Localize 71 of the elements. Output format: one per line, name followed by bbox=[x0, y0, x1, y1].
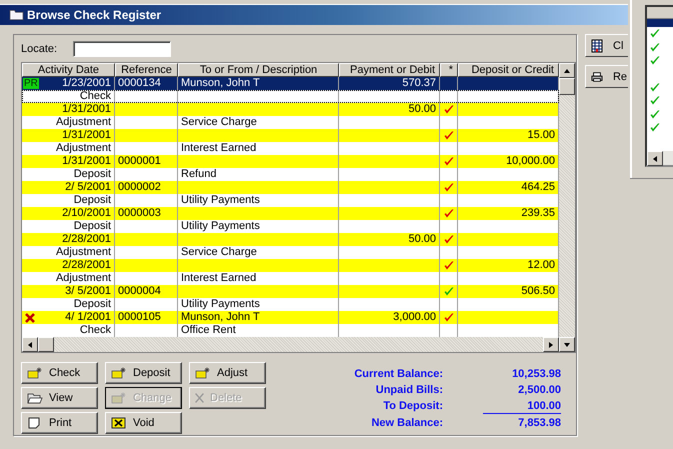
side-button[interactable]: Cl bbox=[585, 34, 628, 57]
register-row[interactable]: PR 1/23/2001 0000134 Munson, John T 570.37 bbox=[22, 77, 559, 90]
locate-field[interactable] bbox=[73, 41, 172, 57]
printer-icon bbox=[591, 70, 603, 82]
right-arrow-icon bbox=[548, 342, 554, 348]
left-arrow-icon bbox=[652, 156, 658, 162]
register-row[interactable]: 2/ 5/2001 0000002 464.25 bbox=[22, 181, 559, 194]
new-folder-icon bbox=[111, 367, 127, 379]
horizontal-scrollbar[interactable] bbox=[21, 337, 576, 353]
date-text: 4/ 1/2001 bbox=[65, 311, 111, 324]
date-text: 2/ 5/2001 bbox=[65, 181, 111, 194]
register-row[interactable]: 1/31/2001 0000001 10,000.00 bbox=[22, 155, 559, 168]
action-button[interactable]: Deposit bbox=[105, 362, 182, 384]
up-arrow-icon bbox=[564, 68, 570, 74]
column-header[interactable]: To or From / Description bbox=[178, 63, 339, 77]
scroll-right-button[interactable] bbox=[543, 337, 559, 352]
date-text: 2/28/2001 bbox=[62, 233, 111, 246]
new-folder-icon bbox=[27, 367, 43, 379]
scroll-down-button[interactable] bbox=[559, 337, 575, 352]
new-folder-icon bbox=[111, 392, 127, 404]
register-row[interactable]: 4/ 1/2001 0000105 Munson, John T 3,000.00 bbox=[22, 311, 559, 324]
total-value: 7,853.98 bbox=[517, 417, 561, 430]
scroll-up-button[interactable] bbox=[559, 63, 575, 78]
column-header[interactable]: Activity Date bbox=[22, 63, 115, 77]
locate-label: Locate: bbox=[21, 43, 58, 55]
open-folder-icon bbox=[27, 392, 43, 404]
date-text: 1/31/2001 bbox=[62, 129, 111, 142]
action-button[interactable]: Print bbox=[21, 412, 98, 434]
window-title: Browse Check Register bbox=[27, 8, 162, 22]
date-text: 2/10/2001 bbox=[62, 207, 111, 220]
date-text: 1/31/2001 bbox=[62, 103, 111, 116]
register-row[interactable]: 2/10/2001 0000003 239.35 bbox=[22, 207, 559, 220]
register-row[interactable]: 1/31/2001 50.00 bbox=[22, 103, 559, 116]
total-value: 2,500.00 bbox=[517, 384, 561, 397]
action-button[interactable]: View bbox=[21, 387, 98, 409]
scroll-left-button[interactable] bbox=[22, 337, 38, 352]
down-arrow-icon bbox=[564, 342, 570, 348]
folder-icon bbox=[9, 9, 24, 21]
column-header[interactable]: Payment or Debit bbox=[339, 63, 440, 77]
total-label: Current Balance: bbox=[353, 368, 443, 381]
action-button[interactable]: Adjust bbox=[189, 362, 266, 384]
column-header[interactable]: Deposit or Credit bbox=[458, 63, 559, 77]
column-header[interactable]: Reference bbox=[115, 63, 178, 77]
void-icon bbox=[111, 417, 127, 429]
register-row[interactable]: 2/28/2001 12.00 bbox=[22, 259, 559, 272]
grid-icon bbox=[591, 38, 603, 52]
total-label: New Balance: bbox=[370, 417, 443, 430]
register-row[interactable]: 2/28/2001 50.00 bbox=[22, 233, 559, 246]
total-value: 100.00 bbox=[483, 400, 561, 414]
date-text: 2/28/2001 bbox=[62, 259, 111, 272]
status-badge: PR bbox=[23, 78, 39, 89]
action-button[interactable]: Void bbox=[105, 412, 182, 434]
total-value: 10,253.98 bbox=[511, 368, 561, 381]
register-row[interactable]: 3/ 5/2001 0000004 506.50 bbox=[22, 285, 559, 298]
column-header[interactable]: * bbox=[440, 63, 458, 77]
date-text: 3/ 5/2001 bbox=[65, 285, 111, 298]
date-text: 1/31/2001 bbox=[62, 155, 111, 168]
total-label: Unpaid Bills: bbox=[374, 384, 443, 397]
scroll-thumb[interactable] bbox=[38, 337, 54, 352]
scroll-left-button[interactable] bbox=[647, 151, 663, 166]
left-arrow-icon bbox=[27, 342, 33, 348]
register-detail-row[interactable]: Check bbox=[22, 90, 559, 103]
action-button[interactable]: Check bbox=[21, 362, 98, 384]
register-row[interactable]: 1/31/2001 15.00 bbox=[22, 129, 559, 142]
total-label: To Deposit: bbox=[382, 400, 443, 414]
side-button[interactable]: Re bbox=[585, 65, 628, 88]
scroll-thumb[interactable] bbox=[559, 78, 575, 95]
vertical-scrollbar[interactable] bbox=[559, 63, 575, 337]
new-folder-icon bbox=[195, 367, 211, 379]
delete-icon bbox=[195, 393, 204, 403]
date-text: 1/23/2001 bbox=[62, 77, 111, 90]
